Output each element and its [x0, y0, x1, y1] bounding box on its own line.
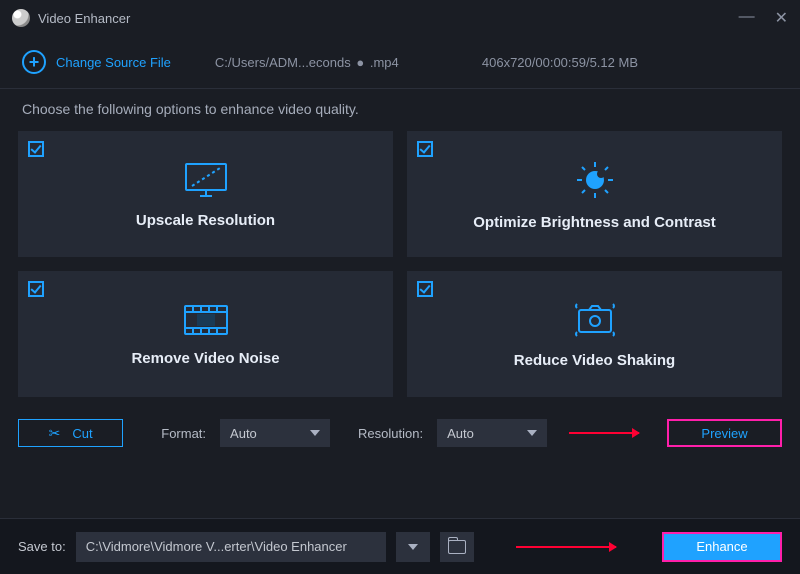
resolution-dropdown[interactable]: Auto	[437, 419, 547, 447]
folder-icon	[448, 540, 466, 554]
camera-shake-icon	[569, 300, 621, 340]
annotation-arrow-icon	[569, 432, 639, 434]
card-label: Upscale Resolution	[136, 212, 275, 229]
card-brightness-contrast[interactable]: Optimize Brightness and Contrast	[407, 131, 782, 257]
save-to-label: Save to:	[18, 539, 66, 554]
minimize-button[interactable]: —	[739, 8, 755, 28]
save-path-dropdown-button[interactable]	[396, 532, 430, 562]
card-label: Reduce Video Shaking	[514, 352, 675, 369]
save-path-value: C:\Vidmore\Vidmore V...erter\Video Enhan…	[86, 539, 347, 554]
monitor-icon	[182, 160, 230, 200]
card-upscale-resolution[interactable]: Upscale Resolution	[18, 131, 393, 257]
checkbox-brightness[interactable]	[417, 141, 433, 157]
resolution-value: Auto	[447, 426, 474, 441]
chevron-down-icon	[408, 544, 418, 550]
change-source-label: Change Source File	[56, 55, 171, 70]
app-logo-icon	[12, 9, 30, 27]
change-source-button[interactable]: + Change Source File	[22, 50, 171, 74]
options-grid: Upscale Resolution Optimize Brightness a…	[0, 131, 800, 397]
header: + Change Source File C:/Users/ADM...econ…	[0, 36, 800, 88]
window-title: Video Enhancer	[38, 11, 130, 26]
chevron-down-icon	[527, 430, 537, 436]
source-meta: 406x720/00:00:59/5.12 MB	[482, 55, 638, 70]
format-dropdown[interactable]: Auto	[220, 419, 330, 447]
card-label: Optimize Brightness and Contrast	[473, 214, 716, 231]
divider	[0, 88, 800, 89]
checkbox-upscale[interactable]	[28, 141, 44, 157]
plus-icon: +	[22, 50, 46, 74]
resolution-label: Resolution:	[358, 426, 423, 441]
film-noise-icon	[181, 302, 231, 338]
card-label: Remove Video Noise	[131, 350, 279, 367]
browse-folder-button[interactable]	[440, 532, 474, 562]
badge-dot-icon: ●	[356, 55, 364, 70]
card-reduce-shaking[interactable]: Reduce Video Shaking	[407, 271, 782, 397]
controls-row: ✂ Cut Format: Auto Resolution: Auto Prev…	[0, 397, 800, 455]
format-label: Format:	[161, 426, 206, 441]
annotation-arrow-icon	[516, 546, 616, 548]
enhance-label: Enhance	[696, 539, 747, 554]
brightness-icon	[571, 158, 619, 202]
cut-button[interactable]: ✂ Cut	[18, 419, 123, 447]
preview-label: Preview	[701, 426, 747, 441]
scissors-icon: ✂	[49, 425, 61, 442]
instructions-text: Choose the following options to enhance …	[0, 99, 800, 131]
titlebar: Video Enhancer — ✕	[0, 0, 800, 36]
checkbox-noise[interactable]	[28, 281, 44, 297]
enhance-button[interactable]: Enhance	[662, 532, 782, 562]
source-path: C:/Users/ADM...econds ● .mp4	[215, 55, 399, 70]
cut-label: Cut	[72, 426, 92, 441]
card-remove-noise[interactable]: Remove Video Noise	[18, 271, 393, 397]
preview-button[interactable]: Preview	[667, 419, 782, 447]
checkbox-shaking[interactable]	[417, 281, 433, 297]
format-value: Auto	[230, 426, 257, 441]
footer: Save to: C:\Vidmore\Vidmore V...erter\Vi…	[0, 518, 800, 574]
chevron-down-icon	[310, 430, 320, 436]
close-button[interactable]: ✕	[775, 8, 788, 28]
save-path-field[interactable]: C:\Vidmore\Vidmore V...erter\Video Enhan…	[76, 532, 386, 562]
